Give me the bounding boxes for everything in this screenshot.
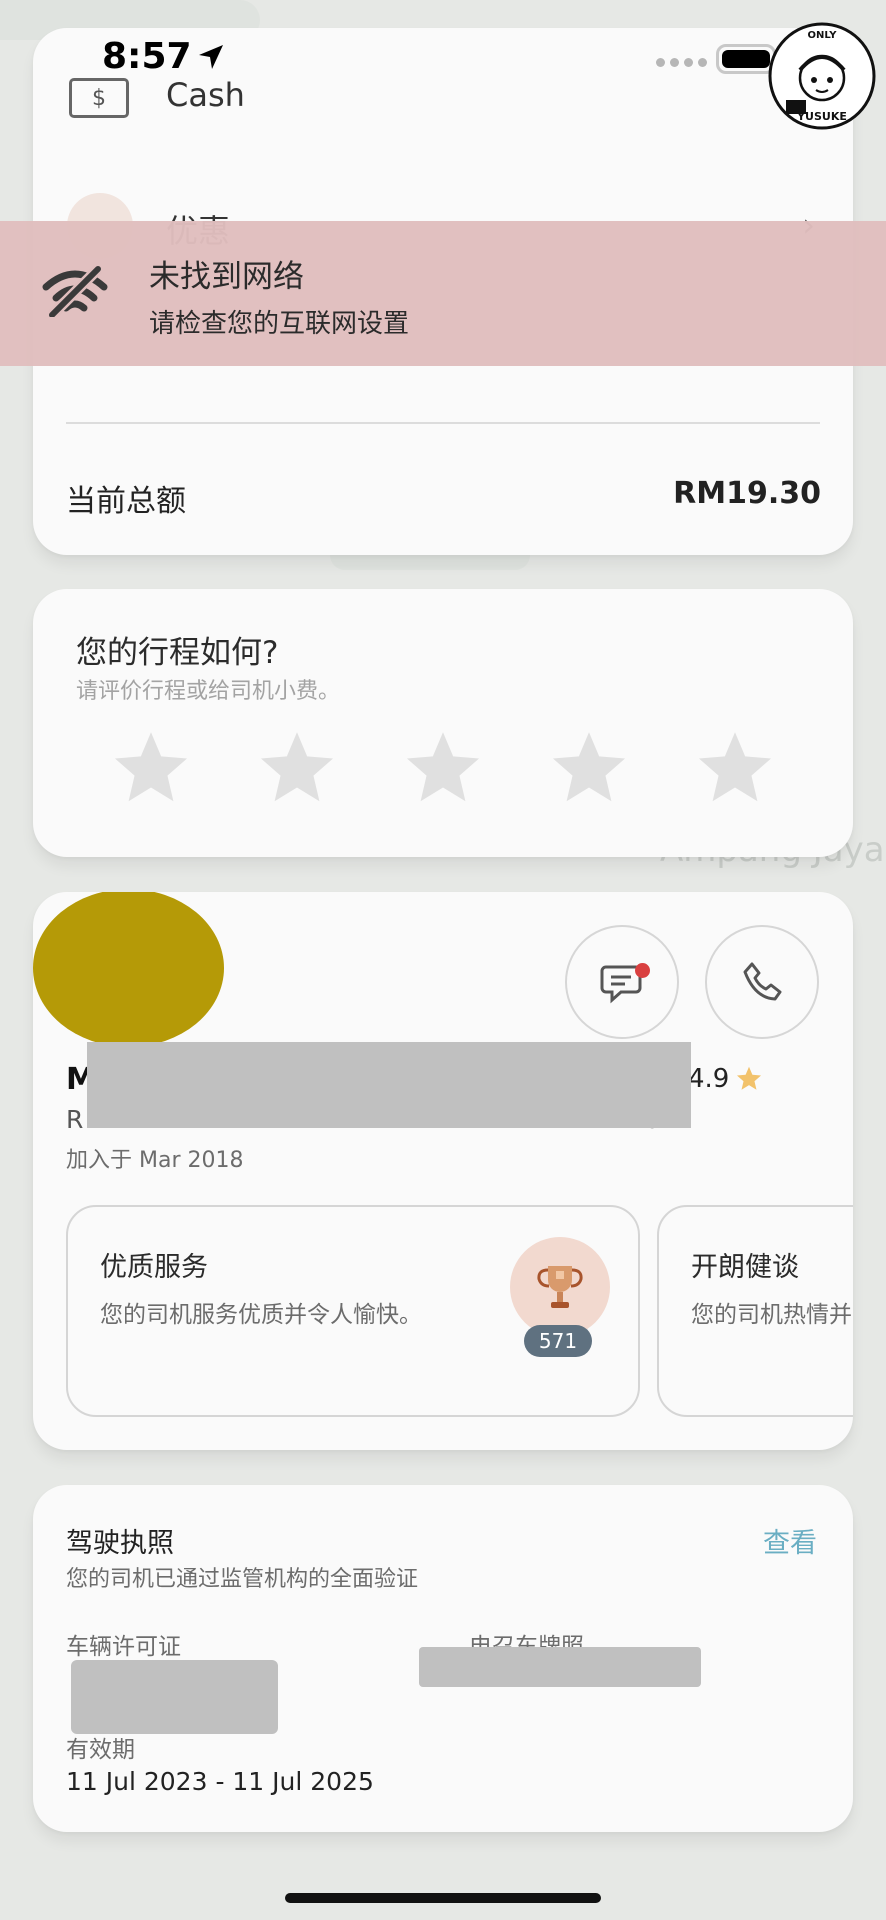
network-error-title: 未找到网络 <box>149 259 304 295</box>
driver-rating: 4.9 <box>688 1064 763 1094</box>
view-license-link[interactable]: 查看 <box>763 1521 817 1560</box>
compliment-desc: 您的司机热情并 <box>691 1302 852 1328</box>
svg-text:YUSUKE: YUSUKE <box>796 110 847 123</box>
compliment-count: 571 <box>524 1325 592 1357</box>
driver-avatar <box>33 892 224 1047</box>
star-icon[interactable] <box>401 727 485 811</box>
redacted-permit <box>71 1660 278 1734</box>
total-label: 当前总额 <box>66 484 186 519</box>
compliment-card[interactable]: 优质服务 您的司机服务优质并令人愉快。 571 <box>66 1205 640 1417</box>
divider <box>66 422 820 424</box>
compliment-title: 开朗健谈 <box>691 1252 799 1283</box>
redacted-plate <box>419 1647 701 1687</box>
star-icon <box>737 1066 762 1090</box>
call-button[interactable] <box>705 925 819 1039</box>
driver-rating-value: 4.9 <box>688 1064 730 1094</box>
trophy-icon <box>510 1237 610 1337</box>
message-button[interactable] <box>565 925 679 1039</box>
notification-dot <box>635 963 650 978</box>
total-value: RM19.30 <box>673 476 821 511</box>
network-error-banner: 未找到网络 请检查您的互联网设置 <box>0 221 886 366</box>
star-icon[interactable] <box>109 727 193 811</box>
svg-text:ONLY: ONLY <box>808 30 838 41</box>
rating-card: 您的行程如何? 请评价行程或给司机小费。 <box>33 589 853 857</box>
compliment-card[interactable]: 开朗健谈 您的司机热情并 <box>657 1205 853 1417</box>
yusuke-logo: YUSUKE ONLY <box>768 22 876 130</box>
validity-label: 有效期 <box>66 1737 135 1763</box>
status-time: 8:57 <box>102 36 192 77</box>
permit-label: 车辆许可证 <box>66 1634 181 1660</box>
driver-joined: 加入于 Mar 2018 <box>66 1148 244 1173</box>
location-arrow-icon <box>199 45 223 69</box>
driver-card: M 4.9 Rb 加入于 Mar 2018 优质服务 您的司机服务优质并令人愉快… <box>33 892 853 1450</box>
rating-subtitle: 请评价行程或给司机小费。 <box>76 679 341 704</box>
wifi-off-icon <box>42 265 108 317</box>
compliment-desc: 您的司机服务优质并令人愉快。 <box>100 1302 422 1328</box>
star-icon[interactable] <box>693 727 777 811</box>
network-error-subtitle: 请检查您的互联网设置 <box>149 309 410 339</box>
home-indicator <box>285 1893 601 1903</box>
star-icon[interactable] <box>255 727 339 811</box>
compliment-title: 优质服务 <box>100 1252 208 1283</box>
license-title: 驾驶执照 <box>66 1528 174 1559</box>
redacted-name <box>87 1042 691 1128</box>
validity-value: 11 Jul 2023 - 11 Jul 2025 <box>66 1767 374 1796</box>
cash-icon: $ <box>69 78 129 118</box>
license-subtitle: 您的司机已通过监管机构的全面验证 <box>66 1567 419 1592</box>
signal-icon <box>656 58 707 67</box>
license-card: 驾驶执照 您的司机已通过监管机构的全面验证 查看 车辆许可证 电召车牌照 有效期… <box>33 1485 853 1832</box>
phone-icon <box>743 962 782 1001</box>
payment-method-label[interactable]: Cash <box>166 76 245 114</box>
rating-title: 您的行程如何? <box>76 635 279 671</box>
star-icon[interactable] <box>547 727 631 811</box>
star-rating <box>109 727 777 811</box>
